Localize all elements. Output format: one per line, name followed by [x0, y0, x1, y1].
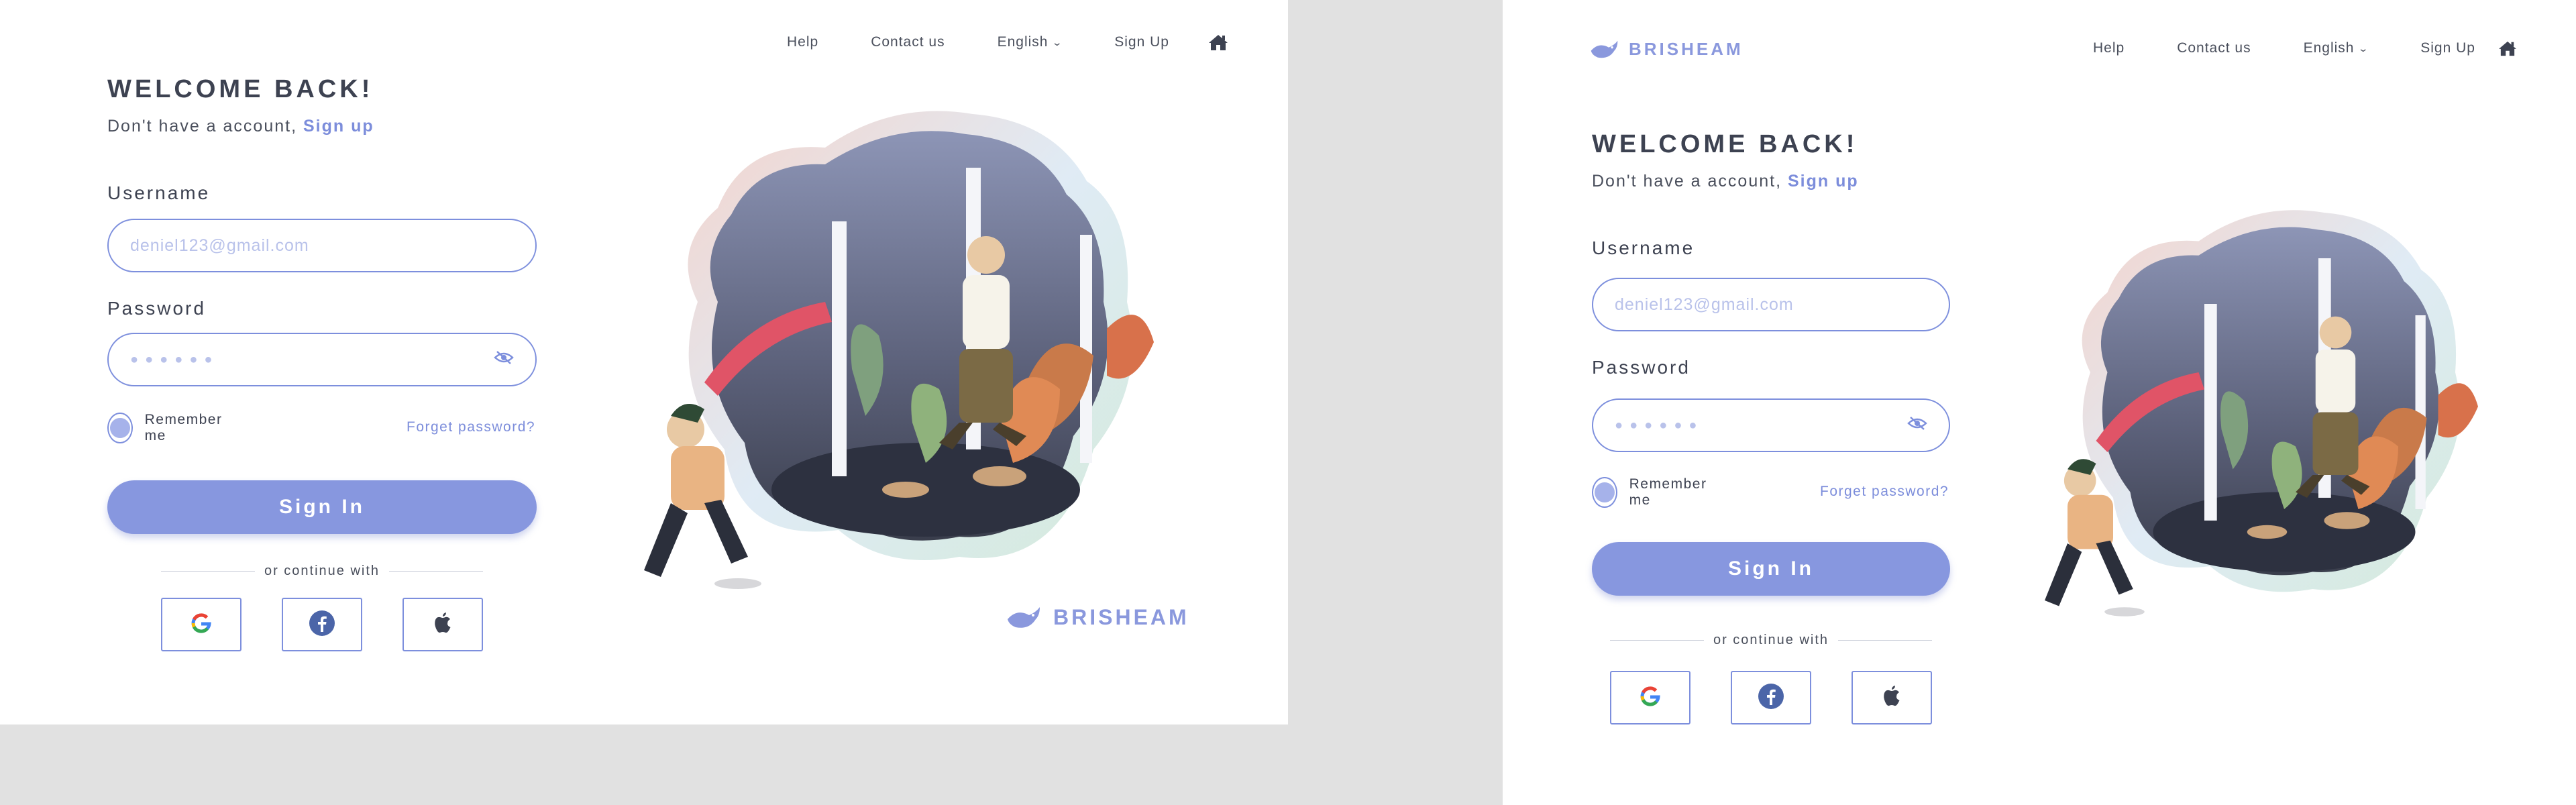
forgot-password-link[interactable]: Forget password? [407, 419, 535, 435]
continue-divider: or continue with [1610, 633, 1933, 648]
remember-me-toggle[interactable]: Remember me [107, 412, 228, 444]
nav-help-link[interactable]: Help [2093, 40, 2125, 56]
remember-me-toggle[interactable]: Remember me [1592, 476, 1713, 508]
username-placeholder: deniel123@gmail.com [1615, 294, 1794, 314]
facebook-signin-button[interactable] [1731, 671, 1811, 724]
language-label: English [2303, 40, 2355, 56]
forest-illustration-art [644, 111, 1154, 589]
top-nav: Help Contact us English ⌄ Sign Up [787, 34, 1228, 51]
apple-signin-button[interactable] [1851, 671, 1932, 724]
remember-radio[interactable] [107, 413, 133, 443]
continue-label: or continue with [1713, 633, 1829, 647]
nav-help-link[interactable]: Help [787, 34, 818, 50]
tablet-mockup: BRISHEAM Help Contact us English ⌄ Sign … [1503, 0, 2576, 805]
signin-button[interactable]: Sign In [107, 480, 537, 534]
signup-prompt-text: Don't have a account, [1592, 172, 1782, 191]
password-label: Password [107, 298, 206, 319]
password-value: ●●●●●● [130, 352, 219, 367]
nav-contact-link[interactable]: Contact us [2177, 40, 2251, 56]
bird-logo-icon [1006, 606, 1045, 630]
signup-prompt: Don't have a account, Sign up [1592, 172, 1859, 191]
nav-contact-link[interactable]: Contact us [871, 34, 945, 50]
username-label: Username [107, 182, 211, 203]
eye-slash-icon[interactable] [494, 350, 514, 370]
forgot-password-link[interactable]: Forget password? [1820, 484, 1949, 500]
remember-radio[interactable] [1592, 477, 1617, 508]
page-title: WELCOME BACK! [107, 75, 374, 103]
chevron-down-icon: ⌄ [1051, 36, 1064, 48]
page-title: WELCOME BACK! [1592, 130, 1858, 158]
username-input[interactable]: deniel123@gmail.com [1592, 278, 1950, 331]
password-input[interactable]: ●●●●●● [1592, 398, 1950, 452]
continue-divider: or continue with [161, 564, 484, 579]
language-dropdown[interactable]: English ⌄ [2304, 40, 2369, 56]
facebook-icon [309, 610, 335, 640]
facebook-signin-button[interactable] [282, 598, 362, 651]
language-dropdown[interactable]: English ⌄ [998, 34, 1063, 50]
apple-icon [429, 610, 456, 640]
google-icon [188, 610, 215, 640]
chevron-down-icon: ⌄ [2357, 42, 2370, 54]
forest-illustration [2019, 201, 2549, 661]
signup-link[interactable]: Sign up [1788, 172, 1859, 191]
remember-label: Remember me [1629, 476, 1707, 508]
brand-logo: BRISHEAM [1006, 605, 1189, 630]
nav-signup-link[interactable]: Sign Up [1114, 34, 1169, 50]
brand-name: BRISHEAM [1629, 39, 1743, 59]
facebook-icon [1758, 683, 1784, 713]
language-label: English [997, 34, 1049, 50]
bird-logo-icon [1590, 40, 1622, 60]
forest-illustration-art [2045, 210, 2478, 616]
password-label: Password [1592, 357, 1690, 378]
username-label: Username [1592, 237, 1695, 258]
top-nav: Help Contact us English ⌄ Sign Up [2093, 40, 2517, 56]
google-signin-button[interactable] [1610, 671, 1690, 724]
password-value: ●●●●●● [1615, 417, 1704, 433]
remember-label: Remember me [144, 412, 223, 443]
brand-logo-header: BRISHEAM [1590, 39, 1743, 60]
signup-prompt-text: Don't have a account, [107, 117, 298, 136]
apple-signin-button[interactable] [402, 598, 483, 651]
eye-slash-icon[interactable] [1907, 416, 1927, 435]
signup-link[interactable]: Sign up [303, 117, 374, 136]
continue-label: or continue with [264, 564, 380, 578]
brand-name: BRISHEAM [1053, 605, 1189, 629]
forest-illustration [624, 101, 1228, 641]
google-signin-button[interactable] [161, 598, 241, 651]
nav-signup-link[interactable]: Sign Up [2420, 40, 2475, 56]
apple-icon [1878, 683, 1905, 713]
signin-button[interactable]: Sign In [1592, 542, 1950, 596]
desktop-mockup: Help Contact us English ⌄ Sign Up WELCOM… [0, 0, 1288, 724]
password-input[interactable]: ●●●●●● [107, 333, 537, 386]
home-icon[interactable] [2498, 40, 2517, 56]
username-input[interactable]: deniel123@gmail.com [107, 219, 537, 272]
home-icon[interactable] [1208, 34, 1228, 51]
google-icon [1637, 683, 1664, 713]
signup-prompt: Don't have a account, Sign up [107, 117, 374, 136]
username-placeholder: deniel123@gmail.com [130, 235, 309, 255]
